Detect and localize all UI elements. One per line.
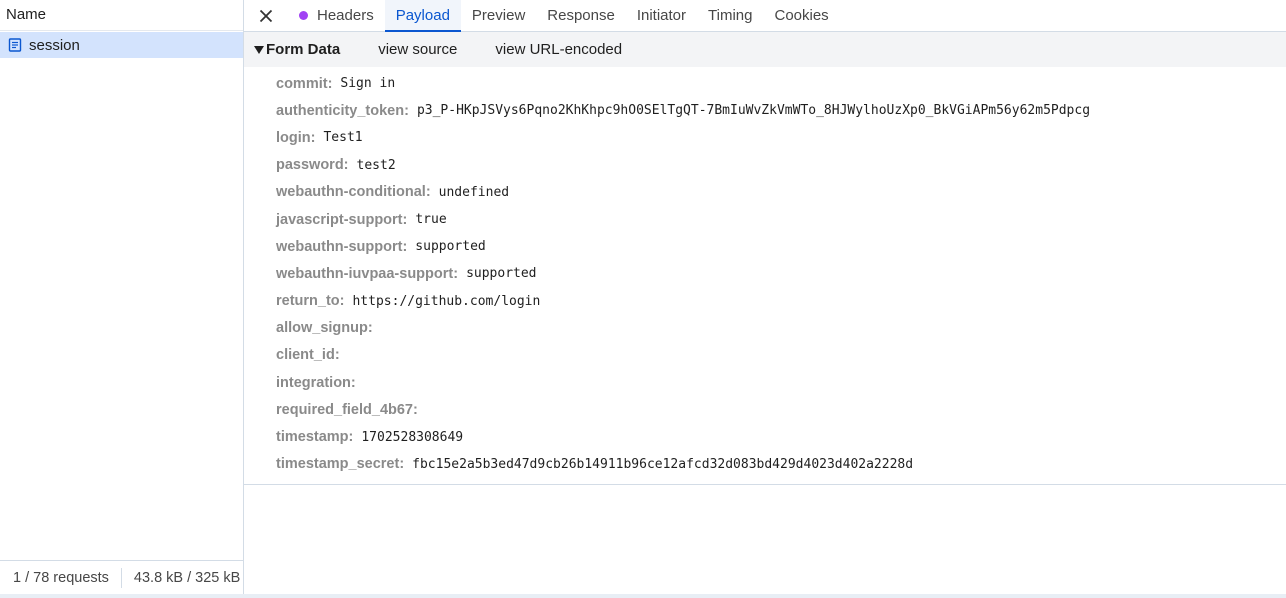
- form-field-row: timestamp_secret: fbc15e2a5b3ed47d9cb26b…: [244, 451, 1286, 478]
- form-field-row: integration:: [244, 369, 1286, 396]
- collapse-triangle-icon[interactable]: [254, 45, 264, 54]
- form-data-list: commit: Sign in authenticity_token: p3_P…: [244, 67, 1286, 485]
- field-value: true: [415, 212, 447, 228]
- devtools-network-panel: Name session 1 / 78 requests 43.8 kB / 3…: [0, 0, 1286, 598]
- field-key: webauthn-support:: [276, 238, 408, 255]
- field-key: client_id:: [276, 347, 340, 364]
- form-field-row: javascript-support: true: [244, 206, 1286, 233]
- request-count: 1 / 78 requests: [13, 569, 109, 586]
- document-icon: [8, 38, 22, 52]
- tab-timing[interactable]: Timing: [697, 0, 763, 31]
- tab-cookies[interactable]: Cookies: [763, 0, 839, 31]
- form-field-row: login: Test1: [244, 124, 1286, 151]
- field-value: Sign in: [340, 76, 396, 92]
- field-value: undefined: [438, 184, 510, 200]
- tab-initiator[interactable]: Initiator: [626, 0, 697, 31]
- tab-label: Headers: [317, 6, 374, 24]
- tab-label: Timing: [708, 6, 753, 24]
- field-key: webauthn-iuvpaa-support:: [276, 265, 459, 282]
- request-name: session: [29, 36, 80, 54]
- details-tab-bar: Headers Payload Preview Response Initiat…: [244, 0, 1286, 32]
- form-field-row: webauthn-support: supported: [244, 233, 1286, 260]
- tab-label: Initiator: [636, 6, 687, 24]
- field-key: login:: [276, 129, 316, 146]
- field-value: 1702528308649: [361, 429, 464, 445]
- field-key: javascript-support:: [276, 211, 408, 228]
- view-source-button[interactable]: view source: [378, 41, 457, 58]
- tab-response[interactable]: Response: [536, 0, 626, 31]
- field-value: https://github.com/login: [352, 293, 541, 309]
- form-field-row: allow_signup:: [244, 315, 1286, 342]
- request-list: Name session 1 / 78 requests 43.8 kB / 3…: [0, 0, 244, 594]
- field-key: allow_signup:: [276, 320, 373, 337]
- field-key: return_to:: [276, 293, 345, 310]
- field-value: p3_P-HKpJSVys6Pqno2KhKhpc9hO0SElTgQT-7Bm…: [416, 103, 1091, 119]
- field-key: commit:: [276, 75, 333, 92]
- request-row-session[interactable]: session: [0, 32, 243, 58]
- field-key: webauthn-conditional:: [276, 184, 431, 201]
- field-key: timestamp_secret:: [276, 456, 405, 473]
- form-field-row: webauthn-conditional: undefined: [244, 179, 1286, 206]
- form-field-row: commit: Sign in: [244, 70, 1286, 97]
- tab-label: Preview: [471, 6, 526, 24]
- name-column-header[interactable]: Name: [0, 0, 243, 31]
- close-icon: [259, 9, 273, 22]
- close-details-button[interactable]: [244, 0, 288, 31]
- form-field-row: timestamp: 1702528308649: [244, 423, 1286, 450]
- request-details: Headers Payload Preview Response Initiat…: [244, 0, 1286, 594]
- field-key: timestamp:: [276, 429, 354, 446]
- field-value: test2: [356, 157, 396, 173]
- form-data-section-header: Form Data view source view URL-encoded: [244, 32, 1286, 67]
- tab-headers[interactable]: Headers: [288, 0, 385, 31]
- form-field-row: return_to: https://github.com/login: [244, 288, 1286, 315]
- field-value: supported: [466, 266, 537, 282]
- field-value: fbc15e2a5b3ed47d9cb26b14911b96ce12afcd32…: [412, 456, 914, 472]
- field-key: integration:: [276, 374, 356, 391]
- tab-preview[interactable]: Preview: [461, 0, 536, 31]
- form-field-row: webauthn-iuvpaa-support: supported: [244, 260, 1286, 287]
- tab-label: Cookies: [774, 6, 829, 24]
- tab-label: Response: [547, 6, 615, 24]
- status-bar: 1 / 78 requests 43.8 kB / 325 kB: [0, 560, 243, 594]
- field-key: authenticity_token:: [276, 102, 409, 119]
- view-url-encoded-button[interactable]: view URL-encoded: [495, 41, 622, 58]
- form-data-title[interactable]: Form Data: [266, 41, 340, 58]
- field-value: Test1: [323, 130, 363, 146]
- form-field-row: password: test2: [244, 152, 1286, 179]
- tab-label: Payload: [395, 6, 450, 24]
- field-key: password:: [276, 157, 349, 174]
- form-field-row: authenticity_token: p3_P-HKpJSVys6Pqno2K…: [244, 97, 1286, 124]
- field-value: supported: [415, 239, 486, 255]
- transfer-size: 43.8 kB / 325 kB: [133, 569, 241, 586]
- tab-payload[interactable]: Payload: [384, 0, 462, 32]
- field-key: required_field_4b67:: [276, 401, 418, 418]
- form-field-row: client_id:: [244, 342, 1286, 369]
- headers-indicator-dot-icon: [299, 11, 308, 20]
- form-field-row: required_field_4b67:: [244, 396, 1286, 423]
